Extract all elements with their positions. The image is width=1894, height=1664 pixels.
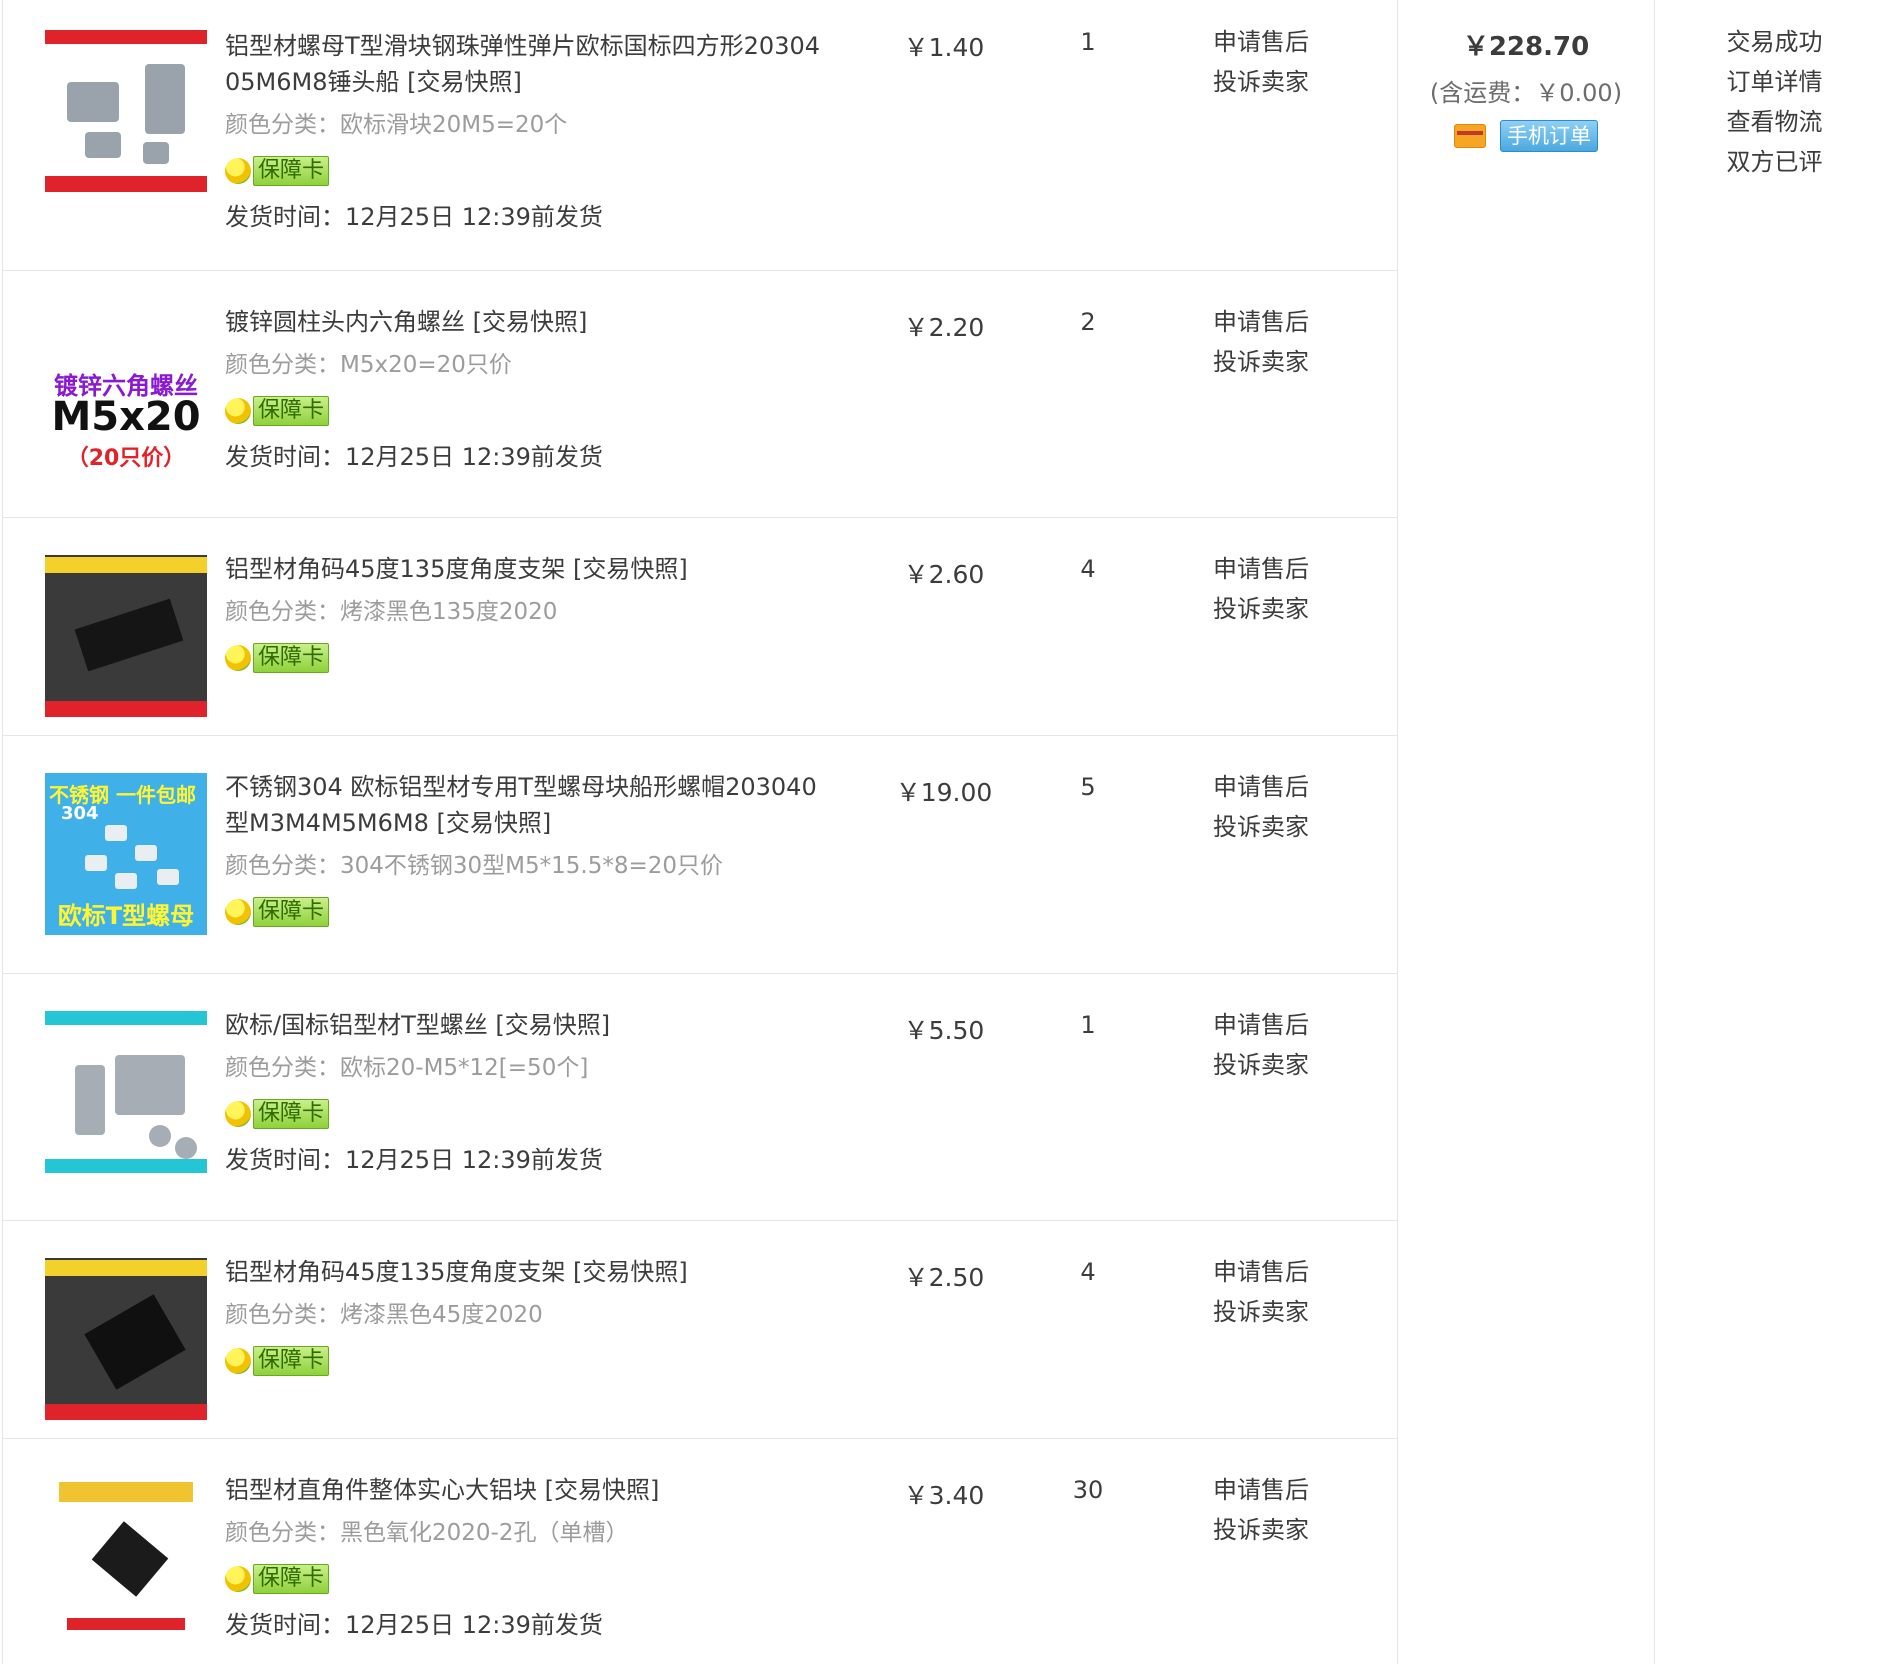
shipping-time: 发货时间：12月25日 12:39前发货 bbox=[225, 443, 603, 471]
quantity: 4 bbox=[1080, 1258, 1096, 1286]
order-item-row: 欧标/国标铝型材T型螺丝 [交易快照] 颜色分类：欧标20-M5*12[=50个… bbox=[3, 973, 1397, 1221]
guarantee-icon bbox=[225, 899, 251, 925]
product-title-link[interactable]: 不锈钢304 欧标铝型材专用T型螺母块船形螺帽203040型M3M4M5M6M8… bbox=[225, 769, 825, 841]
guarantee-icon bbox=[225, 158, 251, 184]
order-details-link[interactable]: 订单详情 bbox=[1655, 62, 1894, 102]
sku-attribute: 颜色分类：欧标20-M5*12[=50个] bbox=[225, 1055, 589, 1081]
product-title-link[interactable]: 铝型材角码45度135度角度支架 [交易快照] bbox=[225, 551, 825, 587]
complain-seller-link[interactable]: 投诉卖家 bbox=[1213, 342, 1363, 382]
apply-after-sales-link[interactable]: 申请售后 bbox=[1213, 1005, 1363, 1045]
apply-after-sales-link[interactable]: 申请售后 bbox=[1213, 1252, 1363, 1292]
complain-seller-link[interactable]: 投诉卖家 bbox=[1213, 807, 1363, 847]
order-item-row: 不锈钢 一件包邮 304 欧标T型螺母 不锈钢304 欧标铝型材专用T型螺母块船… bbox=[3, 735, 1397, 974]
sku-attribute: 颜色分类：M5x20=20只价 bbox=[225, 352, 512, 378]
unit-price: ￥2.20 bbox=[903, 313, 985, 342]
complain-seller-link[interactable]: 投诉卖家 bbox=[1213, 1045, 1363, 1085]
shipping-time: 发货时间：12月25日 12:39前发货 bbox=[225, 1611, 603, 1639]
mobile-order-badge[interactable]: 手机订单 bbox=[1500, 120, 1598, 152]
product-thumbnail[interactable] bbox=[45, 1011, 207, 1173]
order-total-column: ￥228.70 (含运费：￥0.00) 手机订单 bbox=[1398, 0, 1655, 1664]
apply-after-sales-link[interactable]: 申请售后 bbox=[1213, 22, 1363, 62]
order-total-price: ￥228.70 bbox=[1462, 32, 1590, 62]
shipping-time: 发货时间：12月25日 12:39前发货 bbox=[225, 203, 603, 231]
quantity: 1 bbox=[1080, 28, 1096, 56]
unit-price: ￥5.50 bbox=[903, 1016, 985, 1045]
complain-seller-link[interactable]: 投诉卖家 bbox=[1213, 62, 1363, 102]
guarantee-icon bbox=[225, 1566, 251, 1592]
order-status-column: 交易成功 订单详情 查看物流 双方已评 bbox=[1655, 0, 1894, 1664]
sku-attribute: 颜色分类：烤漆黑色135度2020 bbox=[225, 599, 558, 625]
complain-seller-link[interactable]: 投诉卖家 bbox=[1213, 1510, 1363, 1550]
apply-after-sales-link[interactable]: 申请售后 bbox=[1213, 302, 1363, 342]
unit-price: ￥2.60 bbox=[903, 560, 985, 589]
product-title-link[interactable]: 欧标/国标铝型材T型螺丝 [交易快照] bbox=[225, 1007, 825, 1043]
view-logistics-link[interactable]: 查看物流 bbox=[1655, 102, 1894, 142]
product-thumbnail[interactable]: 镀锌六角螺丝 M5x20 （20只价） bbox=[45, 308, 207, 470]
order-item-row: 铝型材螺母T型滑块钢珠弹性弹片欧标国标四方形20304 05M6M8锤头船 [交… bbox=[3, 0, 1397, 271]
apply-after-sales-link[interactable]: 申请售后 bbox=[1213, 1470, 1363, 1510]
product-thumbnail[interactable] bbox=[45, 30, 207, 192]
unit-price: ￥19.00 bbox=[895, 778, 993, 807]
guarantee-card-badge[interactable]: 保障卡 bbox=[225, 154, 330, 188]
product-title-link[interactable]: 铝型材直角件整体实心大铝块 [交易快照] bbox=[225, 1472, 825, 1508]
quantity: 4 bbox=[1080, 555, 1096, 583]
quantity: 2 bbox=[1080, 308, 1096, 336]
guarantee-card-badge[interactable]: 保障卡 bbox=[225, 1562, 330, 1596]
sku-attribute: 颜色分类：烤漆黑色45度2020 bbox=[225, 1302, 543, 1328]
order-items-column: 铝型材螺母T型滑块钢珠弹性弹片欧标国标四方形20304 05M6M8锤头船 [交… bbox=[2, 0, 1398, 1664]
product-thumbnail[interactable]: 不锈钢 一件包邮 304 欧标T型螺母 bbox=[45, 773, 207, 935]
product-title-link[interactable]: 镀锌圆柱头内六角螺丝 [交易快照] bbox=[225, 304, 825, 340]
unit-price: ￥1.40 bbox=[903, 33, 985, 62]
complain-seller-link[interactable]: 投诉卖家 bbox=[1213, 1292, 1363, 1332]
product-title-link[interactable]: 铝型材螺母T型滑块钢珠弹性弹片欧标国标四方形20304 05M6M8锤头船 [交… bbox=[225, 28, 825, 100]
order-card: 铝型材螺母T型滑块钢珠弹性弹片欧标国标四方形20304 05M6M8锤头船 [交… bbox=[0, 0, 1894, 1664]
guarantee-card-badge[interactable]: 保障卡 bbox=[225, 394, 330, 428]
apply-after-sales-link[interactable]: 申请售后 bbox=[1213, 767, 1363, 807]
guarantee-icon bbox=[225, 1101, 251, 1127]
guarantee-card-badge[interactable]: 保障卡 bbox=[225, 895, 330, 929]
product-thumbnail[interactable] bbox=[45, 1258, 207, 1420]
shipping-time: 发货时间：12月25日 12:39前发货 bbox=[225, 1146, 603, 1174]
product-title-link[interactable]: 铝型材角码45度135度角度支架 [交易快照] bbox=[225, 1254, 825, 1290]
sku-attribute: 颜色分类：黑色氧化2020-2孔（单槽） bbox=[225, 1520, 629, 1546]
sku-attribute: 颜色分类：欧标滑块20M5=20个 bbox=[225, 112, 568, 138]
apply-after-sales-link[interactable]: 申请售后 bbox=[1213, 549, 1363, 589]
order-item-row: 铝型材直角件整体实心大铝块 [交易快照] 颜色分类：黑色氧化2020-2孔（单槽… bbox=[3, 1438, 1397, 1664]
order-item-row: 铝型材角码45度135度角度支架 [交易快照] 颜色分类：烤漆黑色45度2020… bbox=[3, 1220, 1397, 1439]
quantity: 1 bbox=[1080, 1011, 1096, 1039]
guarantee-icon bbox=[225, 1348, 251, 1374]
trade-status-text: 交易成功 bbox=[1726, 28, 1823, 56]
card-payment-icon bbox=[1454, 124, 1486, 148]
order-item-row: 铝型材角码45度135度角度支架 [交易快照] 颜色分类：烤漆黑色135度202… bbox=[3, 517, 1397, 736]
product-thumbnail[interactable] bbox=[45, 1476, 207, 1638]
guarantee-card-badge[interactable]: 保障卡 bbox=[225, 641, 330, 675]
order-item-row: 镀锌六角螺丝 M5x20 （20只价） 镀锌圆柱头内六角螺丝 [交易快照] 颜色… bbox=[3, 270, 1397, 518]
guarantee-card-badge[interactable]: 保障卡 bbox=[225, 1097, 330, 1131]
guarantee-icon bbox=[225, 645, 251, 671]
quantity: 30 bbox=[1072, 1476, 1104, 1504]
sku-attribute: 颜色分类：304不锈钢30型M5*15.5*8=20只价 bbox=[225, 853, 724, 879]
quantity: 5 bbox=[1080, 773, 1096, 801]
both-reviewed-link[interactable]: 双方已评 bbox=[1655, 142, 1894, 182]
unit-price: ￥3.40 bbox=[903, 1481, 985, 1510]
complain-seller-link[interactable]: 投诉卖家 bbox=[1213, 589, 1363, 629]
unit-price: ￥2.50 bbox=[903, 1263, 985, 1292]
guarantee-card-badge[interactable]: 保障卡 bbox=[225, 1344, 330, 1378]
product-thumbnail[interactable] bbox=[45, 555, 207, 717]
shipping-fee: (含运费：￥0.00) bbox=[1429, 79, 1623, 107]
guarantee-icon bbox=[225, 398, 251, 424]
